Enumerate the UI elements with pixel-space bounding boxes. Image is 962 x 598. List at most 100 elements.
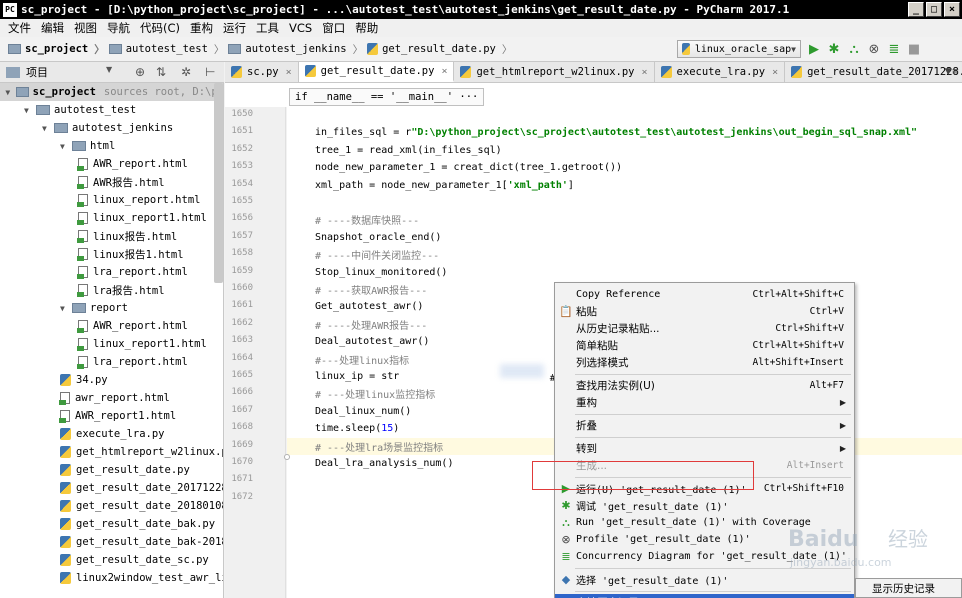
context-menu-item[interactable]: 转到 ▶ bbox=[555, 440, 854, 457]
context-menu-item[interactable]: 📋 粘贴 Ctrl+V bbox=[555, 303, 854, 320]
tab-list-icon[interactable]: ▼≡ bbox=[942, 62, 962, 82]
tree-file[interactable]: lra_report.html bbox=[0, 263, 188, 281]
editor-tab[interactable]: get_htmlreport_w2linux.py × bbox=[454, 62, 655, 82]
context-menu-item[interactable]: Copy Reference Ctrl+Alt+Shift+C bbox=[555, 286, 854, 303]
tree-file[interactable]: get_result_date_20180108 bbox=[0, 497, 223, 515]
menu-item[interactable]: 文件 bbox=[8, 20, 31, 36]
context-menu-item[interactable]: 简单粘贴 Ctrl+Alt+Shift+V bbox=[555, 337, 854, 354]
context-menu-item[interactable]: 折叠 ▶ bbox=[555, 417, 854, 434]
local-history-submenu[interactable]: 显示历史记录 bbox=[855, 578, 962, 598]
tree-file[interactable]: AWR_report.html bbox=[0, 317, 188, 335]
close-tab-icon[interactable]: × bbox=[441, 66, 447, 77]
run-configuration-select[interactable]: linux_oracle_sap ▼ bbox=[677, 40, 801, 58]
tree-file[interactable]: linux_report.html bbox=[0, 191, 200, 209]
concurrency-icon[interactable]: ≣ bbox=[886, 41, 902, 57]
context-menu-item[interactable]: 重构 ▶ bbox=[555, 394, 854, 411]
tree-file[interactable]: get_htmlreport_w2linux.p bbox=[0, 443, 223, 461]
expand-arrow-icon[interactable]: ▼ bbox=[24, 106, 36, 115]
tree-file[interactable]: execute_lra.py bbox=[0, 425, 165, 443]
menu-item[interactable]: 帮助 bbox=[355, 20, 378, 36]
expand-arrow-icon[interactable]: ▼ bbox=[42, 124, 54, 133]
tree-file[interactable]: linux_report1.html bbox=[0, 335, 207, 353]
tree-file[interactable]: linux报告.html bbox=[0, 227, 177, 245]
menu-item[interactable]: 运行 bbox=[223, 20, 246, 36]
menu-item[interactable]: 代码(C) bbox=[140, 20, 180, 36]
stop-icon[interactable]: ■ bbox=[906, 41, 922, 57]
menu-item[interactable]: 编辑 bbox=[41, 20, 64, 36]
tree-file[interactable]: AWR报告.html bbox=[0, 173, 165, 191]
tree-file[interactable]: get_result_date.py bbox=[0, 461, 190, 479]
show-history-item[interactable]: 显示历史记录 bbox=[872, 581, 935, 596]
menu-item[interactable]: 窗口 bbox=[322, 20, 345, 36]
tree-file[interactable]: AWR_report.html bbox=[0, 155, 188, 173]
close-button[interactable]: × bbox=[944, 2, 960, 17]
tree-file[interactable]: AWR_report1.html bbox=[0, 407, 176, 425]
editor-tab[interactable]: get_result_date.py × bbox=[298, 62, 455, 82]
python-file-icon bbox=[60, 482, 71, 494]
tree-file[interactable]: get_result_date_bak.py bbox=[0, 515, 215, 533]
tree-file[interactable]: linux_report1.html bbox=[0, 209, 207, 227]
gear-icon[interactable]: ✲ bbox=[181, 65, 191, 79]
editor-tab[interactable]: get_result_date_20171228.py× bbox=[785, 62, 962, 82]
tree-file[interactable]: get_result_date_20171228 bbox=[0, 479, 223, 497]
project-panel-title[interactable]: 项目 bbox=[26, 64, 48, 80]
folder-icon bbox=[72, 141, 86, 151]
profile-icon[interactable]: ⊗ bbox=[866, 41, 882, 57]
menu-item[interactable]: 工具 bbox=[256, 20, 279, 36]
tree-folder[interactable]: ▼ sc_project sources root, D:\py bbox=[0, 83, 223, 101]
chevron-right-icon: ▶ bbox=[839, 421, 846, 430]
close-tab-icon[interactable]: × bbox=[286, 67, 292, 78]
run-icon[interactable]: ▶ bbox=[806, 41, 822, 57]
tree-file[interactable]: get_result_date_bak-2018 bbox=[0, 533, 223, 551]
tree-file[interactable]: 34.py bbox=[0, 371, 108, 389]
editor-tab[interactable]: execute_lra.py × bbox=[655, 62, 786, 82]
line-number: 1654 bbox=[231, 178, 253, 189]
tree-file[interactable]: get_result_date_sc.py bbox=[0, 551, 209, 569]
context-menu-item[interactable]: 本地历史记录▶ bbox=[555, 594, 854, 598]
minimize-button[interactable]: _ bbox=[908, 2, 924, 17]
context-menu-item[interactable]: 列选择模式 Alt+Shift+Insert bbox=[555, 354, 854, 371]
menu-item[interactable]: 导航 bbox=[107, 20, 130, 36]
menu-item[interactable]: 重构 bbox=[190, 20, 213, 36]
context-menu-item[interactable]: 查找用法实例(U) Alt+F7 bbox=[555, 377, 854, 394]
menu-item[interactable]: 视图 bbox=[74, 20, 97, 36]
breadcrumb-project[interactable]: sc_project 〉 bbox=[8, 42, 105, 57]
chevron-down-icon[interactable]: ▼ bbox=[106, 65, 112, 74]
close-tab-icon[interactable]: × bbox=[772, 67, 778, 78]
tree-folder[interactable]: ▼ autotest_test bbox=[0, 101, 136, 119]
code-token: linux_ip = str bbox=[315, 371, 400, 382]
structure-breadcrumb[interactable]: if __name__ == '__main__' ··· bbox=[289, 88, 485, 106]
context-menu-item[interactable]: 从历史记录粘贴... Ctrl+Shift+V bbox=[555, 320, 854, 337]
breadcrumb-file[interactable]: get_result_date.py 〉 bbox=[367, 42, 512, 57]
tree-folder[interactable]: ▼ autotest_jenkins bbox=[0, 119, 173, 137]
editor-tab[interactable]: sc.py × bbox=[225, 62, 299, 82]
collapse-all-icon[interactable]: ⇅ bbox=[156, 65, 166, 79]
debug-icon[interactable]: ✱ bbox=[826, 41, 842, 57]
tree-file[interactable]: lra报告.html bbox=[0, 281, 165, 299]
breadcrumb-autotest-test[interactable]: autotest_test 〉 bbox=[108, 42, 224, 57]
close-tab-icon[interactable]: × bbox=[642, 67, 648, 78]
tree-folder[interactable]: ▼ html bbox=[0, 137, 115, 155]
menu-item-shortcut: Ctrl+V bbox=[809, 306, 844, 317]
tree-folder[interactable]: ▼ report bbox=[0, 299, 128, 317]
tree-scrollbar[interactable] bbox=[214, 83, 223, 283]
maximize-button[interactable]: □ bbox=[926, 2, 942, 17]
tree-file[interactable]: linux2window_test_awr_li bbox=[0, 569, 223, 587]
tree-file[interactable]: awr_report.html bbox=[0, 389, 170, 407]
expand-arrow-icon[interactable]: ▼ bbox=[60, 304, 72, 313]
breadcrumb-autotest-jenkins[interactable]: autotest_jenkins 〉 bbox=[228, 42, 363, 57]
context-menu-item[interactable]: ✱ 调试 'get_result_date (1)' bbox=[555, 497, 854, 514]
code-token: Deal_autotest_awr() bbox=[315, 336, 430, 348]
context-menu-item[interactable]: ◆ 选择 'get_result_date (1)' bbox=[555, 571, 854, 588]
tree-file[interactable]: linux报告1.html bbox=[0, 245, 184, 263]
code-line: Deal_lra_analysis_num() bbox=[315, 455, 453, 472]
html-file-icon bbox=[77, 194, 88, 207]
menu-item[interactable]: VCS bbox=[289, 21, 312, 35]
fold-marker-icon[interactable] bbox=[284, 454, 290, 460]
hide-panel-icon[interactable]: ⊢ bbox=[205, 65, 215, 79]
expand-arrow-icon[interactable]: ▼ bbox=[5, 88, 16, 97]
expand-arrow-icon[interactable]: ▼ bbox=[60, 142, 72, 151]
locate-icon[interactable]: ⊕ bbox=[135, 65, 145, 79]
tree-file[interactable]: lra_report.html bbox=[0, 353, 188, 371]
coverage-icon[interactable]: ⛬ bbox=[846, 41, 862, 57]
